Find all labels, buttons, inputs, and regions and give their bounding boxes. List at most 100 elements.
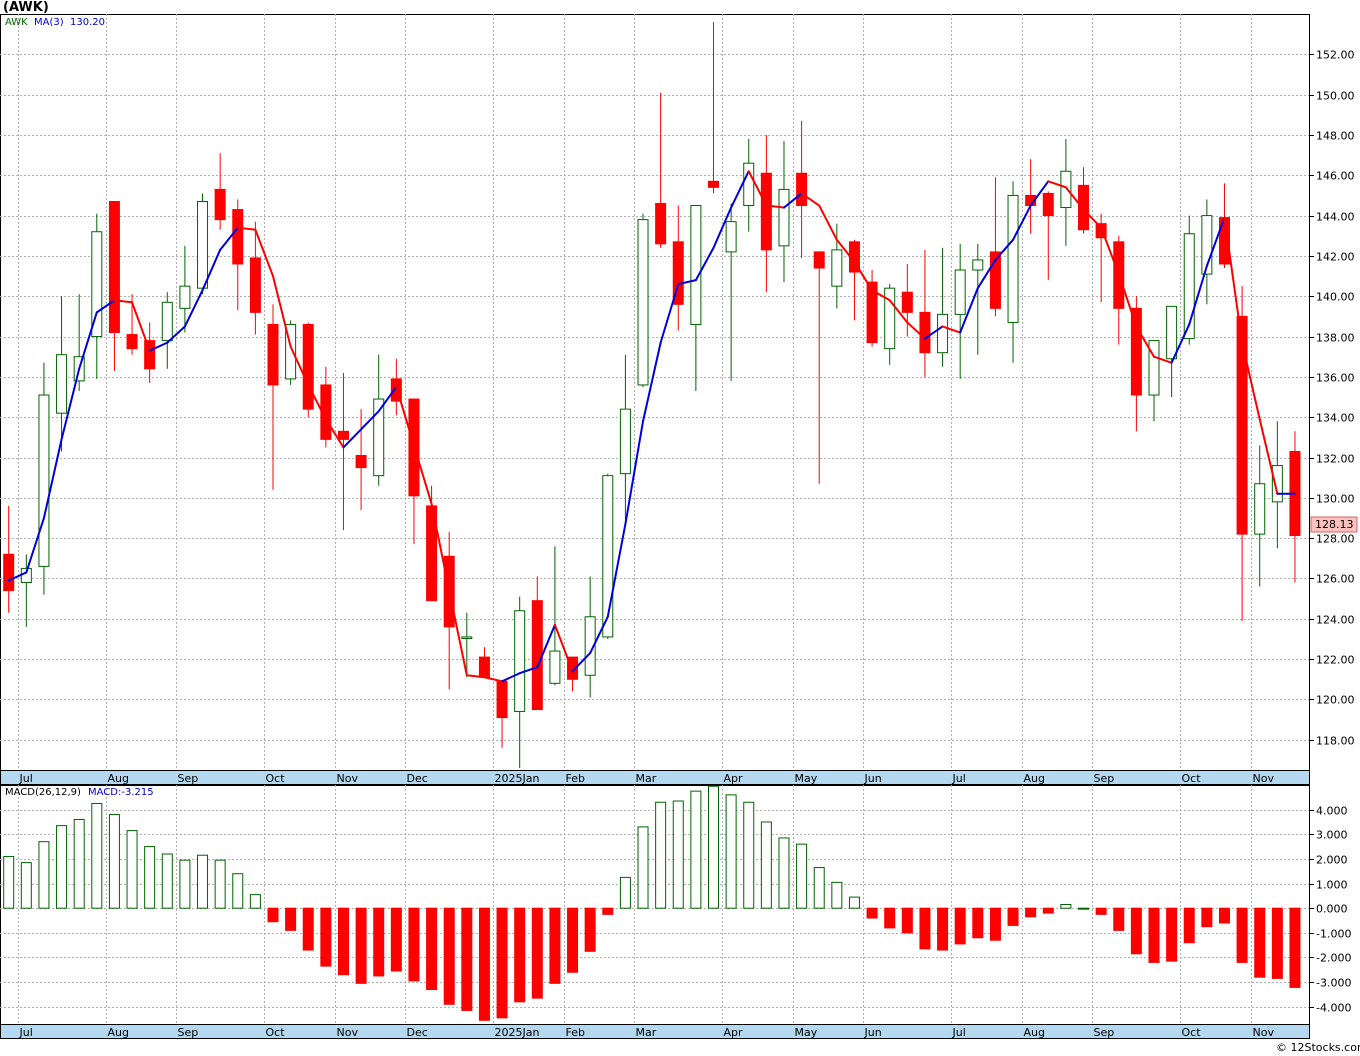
macd-ytick-label: -3.000	[1316, 977, 1351, 990]
price-month-label: Sep	[1094, 772, 1115, 785]
macd-bar	[267, 907, 279, 923]
macd-month-label: Apr	[724, 1026, 744, 1039]
macd-bar	[514, 907, 526, 1003]
macd-ytick-label: -1.000	[1316, 928, 1351, 941]
ma-segment	[78, 311, 98, 370]
candle-body	[161, 301, 173, 342]
macd-bar	[1148, 907, 1160, 963]
legend-ma-label: MA(3)	[34, 17, 64, 28]
macd-bar	[478, 907, 490, 1021]
macd-bar	[126, 830, 138, 909]
last-price-label: 128.13	[1315, 518, 1354, 531]
candle-body	[778, 188, 790, 247]
macd-panel-frame	[0, 785, 1310, 1025]
price-ytick-label: 144.00	[1316, 211, 1355, 224]
macd-month-label: Aug	[1024, 1026, 1045, 1039]
price-ytick-label: 122.00	[1316, 654, 1355, 667]
macd-bar	[725, 794, 737, 909]
macd-bar	[884, 907, 896, 929]
macd-ytick-label: 0.000	[1316, 903, 1348, 916]
macd-month-label: Nov	[1253, 1026, 1275, 1039]
macd-bar	[214, 859, 226, 909]
macd-ytick-label: 4.000	[1316, 805, 1348, 818]
macd-bar	[813, 867, 825, 909]
legend-ma-value: 130.20	[70, 17, 105, 28]
macd-bar	[1007, 907, 1019, 926]
macd-bar	[426, 907, 438, 991]
ticker-title: (AWK)	[3, 0, 49, 15]
price-month-label: Feb	[566, 772, 585, 785]
candle-body	[355, 455, 367, 469]
candle-body	[478, 656, 490, 678]
macd-bar	[1060, 904, 1072, 909]
candle-body	[1166, 305, 1178, 360]
macd-month-label: Aug	[108, 1026, 129, 1039]
candle-body	[1007, 194, 1019, 323]
price-ytick-label: 146.00	[1316, 170, 1355, 183]
price-ytick-label: 140.00	[1316, 291, 1355, 304]
legend-symbol: AWK	[5, 17, 28, 28]
candle-body	[302, 323, 314, 410]
price-month-label: Aug	[1024, 772, 1045, 785]
macd-month-label: Feb	[566, 1026, 585, 1039]
price-ytick-label: 138.00	[1316, 332, 1355, 345]
candle-body	[197, 200, 209, 289]
candle-body	[1130, 307, 1142, 396]
macd-bar	[390, 907, 402, 972]
macd-bar	[1201, 907, 1213, 928]
macd-bar	[1271, 907, 1283, 979]
price-candles	[3, 22, 1301, 768]
price-ytick-label: 142.00	[1316, 251, 1355, 264]
macd-bar	[1254, 907, 1266, 978]
candle-body	[813, 251, 825, 269]
ma-segment	[659, 283, 680, 344]
candle-body	[496, 680, 508, 719]
candle-body	[708, 180, 719, 188]
macd-bar	[320, 907, 332, 967]
price-month-label: Oct	[1182, 772, 1202, 785]
macd-ytick-label: 1.000	[1316, 879, 1348, 892]
price-ytick-label: 118.00	[1316, 735, 1355, 748]
macd-bar	[197, 854, 209, 909]
macd-bar	[20, 862, 32, 909]
watermark: © 12Stocks.com	[1276, 1041, 1360, 1054]
macd-month-label: Nov	[337, 1026, 359, 1039]
candle-body	[725, 221, 737, 253]
macd-month-label: Oct	[1182, 1026, 1202, 1039]
macd-month-label: Jun	[864, 1026, 882, 1039]
price-ytick-label: 134.00	[1316, 412, 1355, 425]
macd-bar	[655, 801, 667, 909]
candle-body	[919, 311, 931, 354]
candle-body	[901, 291, 913, 313]
candle-body	[514, 610, 526, 713]
macd-bars	[3, 785, 1301, 1021]
macd-bar	[1130, 907, 1142, 955]
price-ytick-label: 150.00	[1316, 90, 1355, 103]
candle-body	[549, 650, 561, 684]
macd-bar	[831, 881, 843, 909]
price-ytick-label: 130.00	[1316, 493, 1355, 506]
macd-bar	[443, 907, 455, 1005]
macd-bar	[901, 907, 913, 934]
macd-bar	[1025, 907, 1037, 918]
macd-month-label: 2025Jan	[495, 1026, 540, 1039]
price-month-label: 2025Jan	[495, 772, 540, 785]
macd-bar	[56, 825, 68, 909]
price-ytick-label: 124.00	[1316, 614, 1355, 627]
macd-bar	[302, 907, 314, 951]
macd-bar	[796, 843, 808, 909]
ma-segment	[1223, 216, 1244, 344]
ma-segment	[448, 589, 468, 677]
candle-body	[1271, 465, 1283, 503]
macd-bar	[866, 907, 878, 919]
price-ytick-label: 136.00	[1316, 372, 1355, 385]
macd-bar	[919, 907, 931, 950]
macd-bar	[549, 907, 561, 984]
macd-bar	[1236, 907, 1248, 963]
macd-month-label: May	[795, 1026, 818, 1039]
candle-body	[637, 219, 649, 386]
candle-body	[796, 172, 808, 207]
macd-bar	[743, 801, 755, 909]
macd-bar	[690, 790, 702, 909]
candle-body	[1060, 170, 1072, 209]
